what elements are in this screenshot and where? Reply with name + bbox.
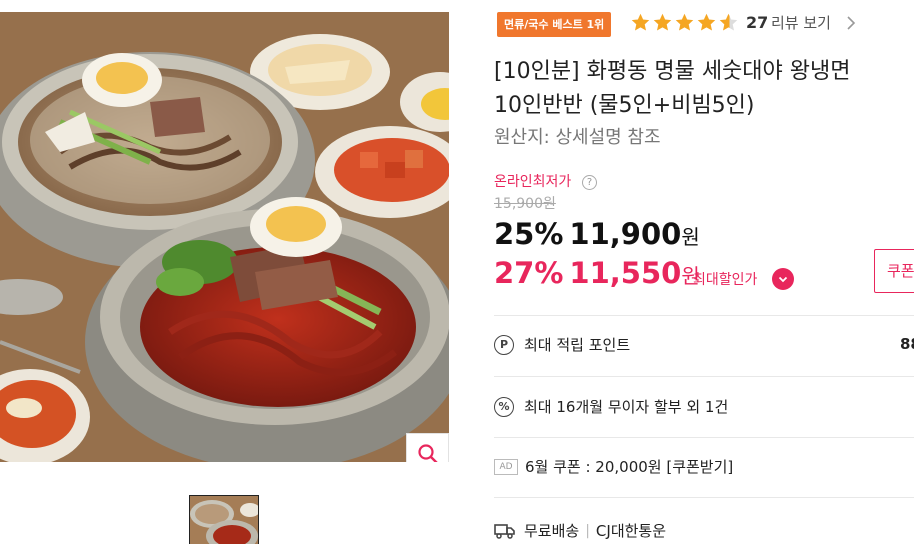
shipping-label: 무료배송 <box>524 522 580 540</box>
lowest-price-label: 온라인최저가 <box>494 174 572 190</box>
sale-amount: 11,900 <box>569 217 682 251</box>
currency-label: 원 <box>681 225 700 249</box>
divider <box>494 497 914 498</box>
ad-coupon-row[interactable]: AD 6월 쿠폰 : 20,000원 [쿠폰받기] <box>494 456 733 477</box>
courier-label: CJ대한통운 <box>595 522 667 540</box>
installment-text: 최대 16개월 무이자 할부 외 1건 <box>524 398 729 416</box>
truck-icon <box>494 523 515 539</box>
divider <box>494 315 914 316</box>
product-title: [10인분] 화평동 명물 세숫대야 왕냉면 10인반반 (물5인+비빔5인) <box>494 55 914 123</box>
point-icon: P <box>494 334 514 355</box>
star-icon <box>631 13 650 31</box>
max-discount-price: 27% 11,550원 <box>494 253 700 298</box>
review-count[interactable]: 27 <box>746 12 768 34</box>
points-row[interactable]: P 최대 적립 포인트 <box>494 334 630 355</box>
max-discount-amount: 11,550 <box>569 256 682 290</box>
product-title-line2: 10인반반 (물5인+비빔5인) <box>494 93 755 118</box>
shipping-row: 무료배송 | CJ대한통운 <box>494 520 666 541</box>
magnifier-icon <box>417 443 438 462</box>
product-main-image[interactable] <box>0 12 449 462</box>
origin-info: 원산지: 상세설명 참조 <box>494 127 661 148</box>
best-seller-badge: 면류/국수 베스트 1위 <box>497 12 612 37</box>
star-icon <box>653 13 672 31</box>
zoom-button[interactable] <box>406 433 449 462</box>
product-title-line1: [10인분] 화평동 명물 세숫대야 왕냉면 <box>494 59 851 84</box>
divider <box>494 376 914 377</box>
discount-percent: 25% <box>494 217 564 251</box>
separator: | <box>585 522 590 539</box>
divider <box>494 437 914 438</box>
installment-icon: % <box>494 396 514 417</box>
product-thumbnail[interactable] <box>189 495 259 544</box>
coupon-button[interactable]: 쿠폰 <box>874 249 914 293</box>
points-value: 88 <box>900 335 914 353</box>
max-discount-label[interactable]: 최대할인가 <box>693 270 757 290</box>
info-icon[interactable]: ? <box>582 175 597 190</box>
ad-badge: AD <box>494 458 518 475</box>
star-icon <box>675 13 694 31</box>
points-label: 최대 적립 포인트 <box>524 336 631 354</box>
installment-row[interactable]: % 최대 16개월 무이자 할부 외 1건 <box>494 396 728 417</box>
original-price: 15,900원 <box>494 196 556 212</box>
star-half-icon <box>719 13 738 31</box>
max-discount-percent: 27% <box>494 256 564 290</box>
star-rating[interactable] <box>630 12 739 33</box>
ad-coupon-text[interactable]: 6월 쿠폰 : 20,000원 [쿠폰받기] <box>525 456 733 477</box>
chevron-down-icon[interactable] <box>772 268 794 290</box>
chevron-right-icon[interactable] <box>845 14 857 32</box>
star-icon <box>697 13 716 31</box>
review-link[interactable]: 리뷰 보기 <box>771 12 831 34</box>
